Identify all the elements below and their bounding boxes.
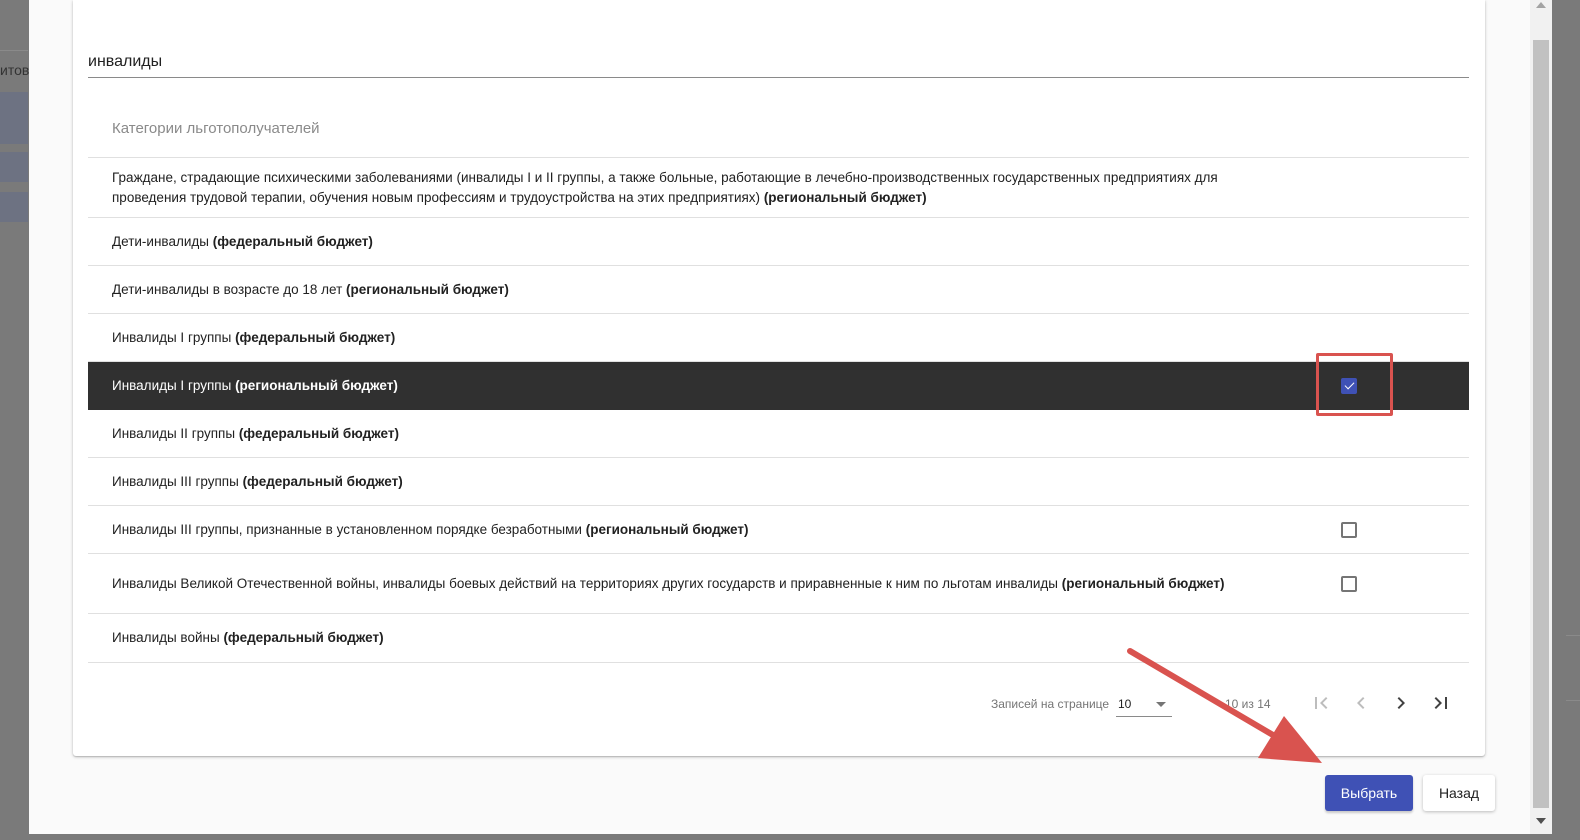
background-block — [0, 192, 28, 222]
checkbox-icon[interactable] — [1341, 521, 1357, 538]
next-page-button[interactable] — [1389, 691, 1413, 715]
row-category-text: Инвалиды II группы — [112, 425, 236, 441]
background-divider — [0, 50, 28, 51]
background-divider — [1566, 635, 1580, 636]
table-row[interactable]: Дети-инвалиды в возрасте до 18 лет (реги… — [88, 266, 1469, 314]
dropdown-caret-icon — [1156, 702, 1166, 707]
row-category-text: Инвалиды III группы — [112, 473, 239, 489]
background-text: итов — [0, 62, 30, 78]
row-label: Дети-инвалиды (федеральный бюджет) — [112, 232, 1232, 252]
scrollbar-thumb[interactable] — [1533, 40, 1549, 808]
row-budget-text: (региональный бюджет) — [763, 189, 927, 205]
prev-page-icon — [1357, 697, 1365, 709]
row-budget-text: (федеральный бюджет) — [238, 425, 399, 441]
table-body: Граждане, страдающие психическими заболе… — [88, 158, 1469, 663]
row-category-text: Инвалиды войны — [112, 630, 220, 645]
page-range: 10 из 14 — [1225, 697, 1271, 711]
table-row[interactable]: Граждане, страдающие психическими заболе… — [88, 158, 1469, 218]
row-category-text: Инвалиды I группы — [112, 377, 232, 393]
row-label: Инвалиды III группы, признанные в устано… — [112, 520, 1232, 540]
scroll-up-arrow-icon[interactable] — [1536, 2, 1546, 8]
row-budget-text: (региональный бюджет) — [346, 281, 509, 297]
row-category-text: Граждане, страдающие психическими заболе… — [112, 169, 1218, 205]
table-row[interactable]: Инвалиды II группы (федеральный бюджет) — [88, 410, 1469, 458]
row-category-text: Дети-инвалиды — [112, 233, 209, 249]
select-button[interactable]: Выбрать — [1325, 775, 1413, 811]
rows-per-page-select[interactable]: 10 — [1116, 687, 1172, 717]
prev-page-button[interactable] — [1349, 691, 1373, 715]
table-row[interactable]: Инвалиды I группы (региональный бюджет) — [88, 353, 1469, 416]
row-budget-text: (федеральный бюджет) — [223, 630, 384, 645]
background-block — [0, 92, 28, 144]
row-budget-text: (региональный бюджет) — [1061, 575, 1225, 591]
category-table: Категории льготополучателей Граждане, ст… — [88, 100, 1469, 663]
row-category-text: Инвалиды I группы — [112, 329, 232, 345]
back-button[interactable]: Назад — [1423, 775, 1495, 811]
results-card: Категории льготополучателей Граждане, ст… — [73, 0, 1485, 756]
row-label: Дети-инвалиды в возрасте до 18 лет (реги… — [112, 280, 1232, 300]
row-budget-text: (федеральный бюджет) — [242, 473, 403, 489]
rows-per-page-value: 10 — [1118, 697, 1132, 711]
first-page-icon — [1315, 697, 1328, 709]
row-category-text: Инвалиды Великой Отечественной войны, ин… — [112, 575, 1058, 591]
dialog: Категории льготополучателей Граждане, ст… — [29, 0, 1530, 834]
table-row[interactable]: Инвалиды войны (федеральный бюджет) — [88, 614, 1469, 663]
table-header: Категории льготополучателей — [88, 100, 1469, 158]
row-category-text: Инвалиды III группы, признанные в устано… — [112, 521, 582, 537]
pagination: Записей на странице 10 10 из 14 — [88, 675, 1469, 731]
table-row[interactable]: Инвалиды Великой Отечественной войны, ин… — [88, 554, 1469, 614]
first-page-button[interactable] — [1309, 691, 1333, 715]
row-budget-text: (региональный бюджет) — [235, 377, 398, 393]
row-label: Инвалиды I группы (региональный бюджет) — [112, 376, 1232, 396]
last-page-icon — [1434, 697, 1447, 709]
background-divider — [1566, 700, 1580, 701]
row-budget-text: (федеральный бюджет) — [235, 329, 396, 345]
last-page-button[interactable] — [1429, 691, 1453, 715]
next-page-icon — [1397, 697, 1405, 709]
annotation-highlight-box — [1316, 353, 1393, 416]
rows-per-page-label: Записей на странице — [991, 697, 1110, 711]
row-label: Граждане, страдающие психическими заболе… — [112, 168, 1232, 208]
row-category-text: Дети-инвалиды в возрасте до 18 лет — [112, 281, 343, 297]
table-row[interactable]: Дети-инвалиды (федеральный бюджет) — [88, 218, 1469, 266]
row-label: Инвалиды III группы (федеральный бюджет) — [112, 472, 1232, 492]
row-label: Инвалиды войны (федеральный бюджет) — [112, 628, 1232, 648]
background-block — [0, 152, 28, 182]
row-budget-text: (региональный бюджет) — [585, 521, 749, 537]
scroll-down-arrow-icon[interactable] — [1536, 818, 1546, 824]
search-field[interactable] — [88, 48, 1469, 78]
checkbox-icon[interactable] — [1341, 575, 1357, 592]
table-row[interactable]: Инвалиды I группы (федеральный бюджет) — [88, 314, 1469, 362]
table-row[interactable]: Инвалиды III группы, признанные в устано… — [88, 506, 1469, 554]
search-input[interactable] — [88, 48, 1469, 76]
row-budget-text: (федеральный бюджет) — [212, 233, 373, 249]
table-row[interactable]: Инвалиды III группы (федеральный бюджет) — [88, 458, 1469, 506]
row-label: Инвалиды II группы (федеральный бюджет) — [112, 424, 1232, 444]
row-label: Инвалиды Великой Отечественной войны, ин… — [112, 574, 1232, 594]
row-label: Инвалиды I группы (федеральный бюджет) — [112, 328, 1232, 348]
